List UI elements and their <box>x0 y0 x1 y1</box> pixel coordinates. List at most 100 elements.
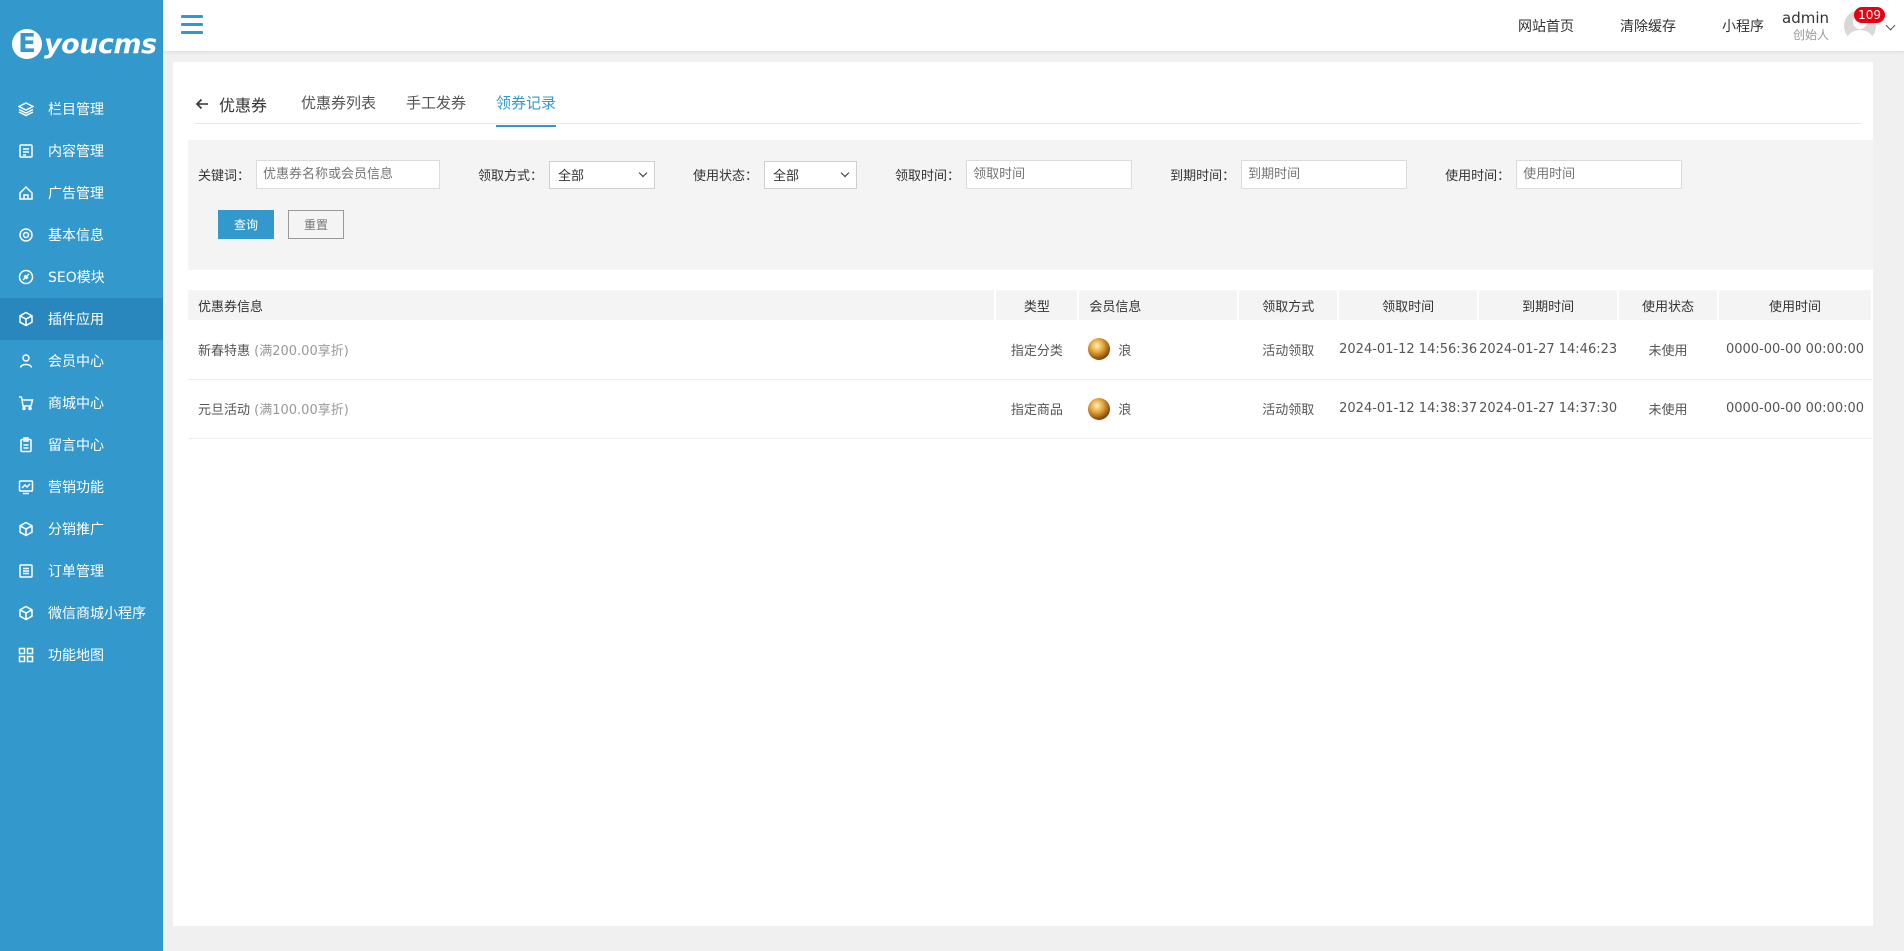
expire-time-input[interactable] <box>1241 160 1408 189</box>
tab-coupon-list[interactable]: 优惠券列表 <box>301 92 376 125</box>
status-cell: 未使用 <box>1618 320 1718 380</box>
use-time-cell: 0000-00-00 00:00:00 <box>1718 320 1872 380</box>
column-header-use-time: 使用时间 <box>1718 290 1873 320</box>
sidebar-item-wechat-mall[interactable]: 微信商城小程序 <box>0 592 163 634</box>
sidebar-item-label: 微信商城小程序 <box>48 606 146 622</box>
topbar: 网站首页 清除缓存 小程序 admin 创始人 109 <box>163 0 1904 52</box>
logo[interactable]: E youcms <box>0 0 163 88</box>
column-header-expire-time: 到期时间 <box>1478 290 1620 320</box>
coupon-name: 元旦活动 <box>198 403 251 418</box>
cart-icon <box>18 395 34 411</box>
search-button[interactable]: 查询 <box>218 210 274 239</box>
top-link-clear-cache[interactable]: 清除缓存 <box>1620 16 1676 36</box>
cube-icon <box>18 605 34 621</box>
expire-time-cell: 2024-01-27 14:37:30 <box>1478 379 1619 439</box>
sidebar-item-distribution[interactable]: 分销推广 <box>0 508 163 550</box>
table-row: 元旦活动 (满100.00享折) 指定商品 浪 活动领取 2024-01-12 … <box>188 379 1872 439</box>
get-time-cell: 2024-01-12 14:56:36 <box>1338 320 1479 380</box>
member-name: 浪 <box>1118 403 1132 418</box>
content-panel: 优惠券 优惠券列表 手工发券 领券记录 关键词： 领取方式： 全部 使用状态： … <box>173 62 1873 926</box>
get-time-cell: 2024-01-12 14:38:37 <box>1338 379 1479 439</box>
tab-claim-records[interactable]: 领券记录 <box>496 92 557 127</box>
table-header: 优惠券信息 类型 会员信息 领取方式 领取时间 到期时间 使用状态 使用时间 <box>188 290 1873 320</box>
list-icon <box>18 563 34 579</box>
filter-buttons: 查询 重置 <box>218 210 344 239</box>
gear-icon <box>18 227 34 243</box>
method-select[interactable]: 全部 <box>549 160 656 189</box>
tab-manual-issue[interactable]: 手工发券 <box>406 92 466 125</box>
back-button[interactable]: 优惠券 <box>195 92 267 116</box>
method-label: 领取方式： <box>478 169 544 184</box>
records-table: 优惠券信息 类型 会员信息 领取方式 领取时间 到期时间 使用状态 使用时间 新… <box>188 290 1873 439</box>
chart-icon <box>18 479 34 495</box>
column-header-get-time: 领取时间 <box>1338 290 1480 320</box>
top-link-home[interactable]: 网站首页 <box>1518 16 1574 36</box>
sidebar-item-content[interactable]: 内容管理 <box>0 130 163 172</box>
user-role: 创始人 <box>1792 28 1829 42</box>
sidebar-item-label: 功能地图 <box>48 648 104 664</box>
sidebar-item-messages[interactable]: 留言中心 <box>0 424 163 466</box>
sidebar-item-label: 商城中心 <box>48 396 104 412</box>
table-row: 新春特惠 (满200.00享折) 指定分类 浪 活动领取 2024-01-12 … <box>188 320 1872 380</box>
document-icon <box>18 143 34 159</box>
sidebar-item-label: 内容管理 <box>48 144 104 160</box>
use-time-input[interactable] <box>1516 160 1683 189</box>
reset-button[interactable]: 重置 <box>288 210 344 239</box>
sidebar: E youcms 栏目管理 内容管理 广告管理 基本信息 SEO模块 插件应用 <box>0 0 163 951</box>
back-label: 优惠券 <box>219 96 268 115</box>
sidebar-item-members[interactable]: 会员中心 <box>0 340 163 382</box>
sidebar-item-label: 营销功能 <box>48 480 104 496</box>
logo-mark: E <box>12 29 42 59</box>
menu-toggle-icon[interactable] <box>181 15 203 35</box>
sidebar-nav: 栏目管理 内容管理 广告管理 基本信息 SEO模块 插件应用 会员中心 商城中心… <box>0 88 163 676</box>
sidebar-item-label: 基本信息 <box>48 228 104 244</box>
sidebar-item-label: SEO模块 <box>48 270 105 286</box>
column-header-member: 会员信息 <box>1078 290 1240 320</box>
type-cell: 指定分类 <box>995 320 1079 380</box>
status-select[interactable]: 全部 <box>764 160 858 189</box>
get-time-label: 领取时间： <box>895 169 961 184</box>
sidebar-item-function-map[interactable]: 功能地图 <box>0 634 163 676</box>
cube-icon <box>18 521 34 537</box>
coupon-cell: 新春特惠 (满200.00享折) <box>188 320 996 380</box>
notification-badge: 109 <box>1854 7 1885 23</box>
column-header-coupon: 优惠券信息 <box>188 290 997 320</box>
keyword-input[interactable] <box>256 160 441 189</box>
sidebar-item-basic[interactable]: 基本信息 <box>0 214 163 256</box>
keyword-label: 关键词： <box>198 169 251 184</box>
get-time-input[interactable] <box>966 160 1133 189</box>
coupon-detail: (满200.00享折) <box>254 343 349 359</box>
status-cell: 未使用 <box>1618 379 1718 439</box>
coupon-cell: 元旦活动 (满100.00享折) <box>188 379 996 439</box>
chevron-down-icon <box>638 168 648 178</box>
filter-panel: 关键词： 领取方式： 全部 使用状态： 全部 领取时间： 到期时间： 使用时间： <box>188 140 1873 270</box>
layers-icon <box>18 101 34 117</box>
column-header-status: 使用状态 <box>1618 290 1719 320</box>
member-cell: 浪 <box>1078 379 1239 439</box>
link-icon <box>18 269 34 285</box>
sidebar-item-column[interactable]: 栏目管理 <box>0 88 163 130</box>
member-avatar <box>1088 338 1111 361</box>
sidebar-item-label: 留言中心 <box>48 438 104 454</box>
sidebar-item-orders[interactable]: 订单管理 <box>0 550 163 592</box>
sidebar-item-plugins[interactable]: 插件应用 <box>0 298 163 340</box>
arrow-left-icon <box>195 98 208 110</box>
member-cell: 浪 <box>1078 320 1239 380</box>
column-header-type: 类型 <box>995 290 1080 320</box>
sidebar-item-seo[interactable]: SEO模块 <box>0 256 163 298</box>
member-name: 浪 <box>1118 343 1132 359</box>
user-info[interactable]: admin 创始人 <box>1782 8 1829 42</box>
type-cell: 指定商品 <box>995 379 1079 439</box>
chevron-down-icon <box>840 168 850 178</box>
status-select-value: 全部 <box>773 169 800 184</box>
sidebar-item-shop[interactable]: 商城中心 <box>0 382 163 424</box>
chevron-down-icon[interactable] <box>1885 20 1896 31</box>
top-link-miniprogram[interactable]: 小程序 <box>1722 16 1764 36</box>
coupon-detail: (满100.00享折) <box>254 403 349 418</box>
status-label: 使用状态： <box>693 169 759 184</box>
cube-icon <box>18 311 34 327</box>
sidebar-item-marketing[interactable]: 营销功能 <box>0 466 163 508</box>
expire-time-label: 到期时间： <box>1170 169 1236 184</box>
sidebar-item-ads[interactable]: 广告管理 <box>0 172 163 214</box>
coupon-name: 新春特惠 <box>198 343 251 359</box>
